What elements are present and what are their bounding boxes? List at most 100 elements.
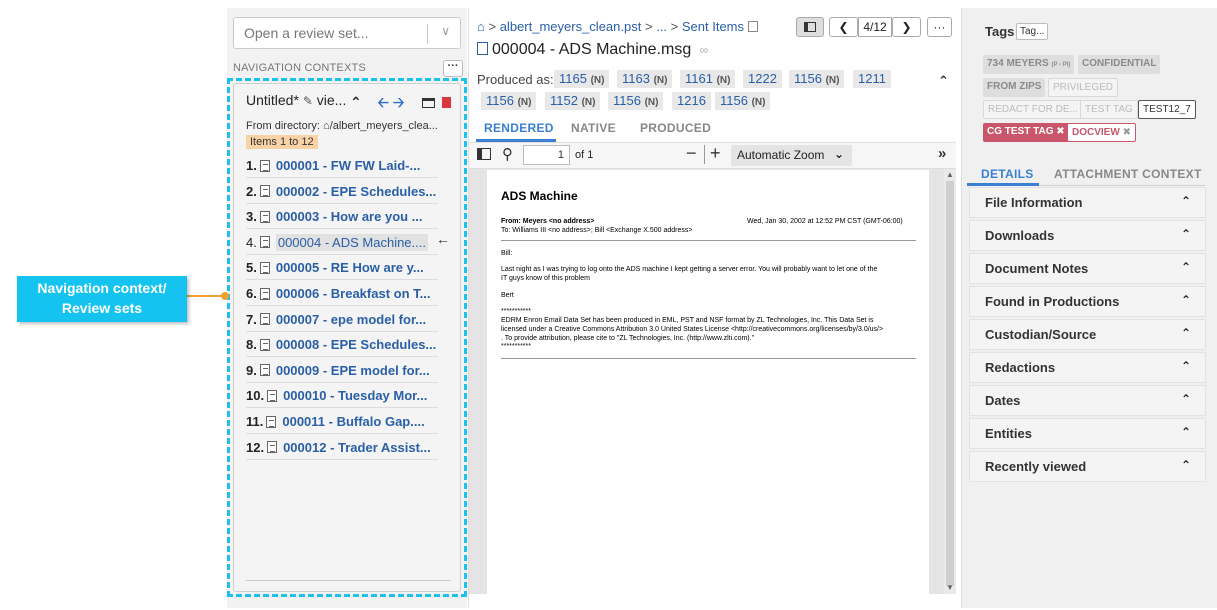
section-title: Dates [985, 393, 1021, 408]
scroll-down-icon[interactable]: ▼ [946, 583, 954, 592]
pdf-scroll-thumb[interactable] [946, 181, 954, 586]
production-chip[interactable]: 1156 (N) [715, 92, 771, 110]
breadcrumb-ellipsis[interactable]: ... [656, 19, 667, 34]
production-flag: (N) [825, 75, 840, 86]
tab-native[interactable]: NATIVE [571, 121, 616, 135]
next-document-button[interactable]: ❯ [892, 17, 921, 37]
production-chip[interactable]: 1156 (N) [481, 92, 537, 110]
email-to: To: Williams III <no address>; Bill <Exc… [501, 227, 693, 234]
chevron-left-icon: ❮ [838, 20, 849, 34]
collapse-up-icon[interactable]: ⌃ [938, 73, 949, 89]
details-section[interactable]: Entities ⌃ [969, 418, 1206, 449]
chevron-up-icon[interactable]: ⌃ [1181, 194, 1191, 208]
breadcrumb-separator: > [644, 19, 653, 34]
panel-toggle-button[interactable] [796, 17, 824, 37]
production-chip[interactable]: 1165 (N) [554, 70, 610, 88]
details-section[interactable]: Found in Productions ⌃ [969, 286, 1206, 317]
document-menu-button[interactable]: ··· [927, 17, 952, 37]
production-chip[interactable]: 1156 (N) [608, 92, 664, 110]
production-chip[interactable]: 1222 [743, 70, 782, 88]
production-chip[interactable]: 1152 (N) [545, 92, 601, 110]
chevron-up-icon[interactable]: ⌃ [1181, 326, 1191, 340]
tag-from-zips[interactable]: FROM ZIPS [983, 78, 1046, 97]
chevron-up-icon[interactable]: ⌃ [1181, 425, 1191, 439]
search-icon[interactable]: ⚲ [502, 145, 513, 163]
zoom-select[interactable]: Automatic Zoom ⌄ [731, 145, 852, 166]
previous-document-button[interactable]: ❮ [829, 17, 858, 37]
email-body-line-2: IT guys know of this problem [501, 275, 590, 282]
details-section[interactable]: Custodian/Source ⌃ [969, 319, 1206, 350]
tab-produced[interactable]: PRODUCED [640, 121, 711, 135]
production-chip[interactable]: 1216 [672, 92, 711, 110]
tag-test12-7[interactable]: TEST12_7 [1138, 100, 1196, 119]
production-id: 1161 [685, 71, 713, 86]
details-section[interactable]: Redactions ⌃ [969, 352, 1206, 383]
details-section[interactable]: Downloads ⌃ [969, 220, 1206, 251]
section-title: Downloads [985, 228, 1055, 243]
details-section[interactable]: Recently viewed ⌃ [969, 451, 1206, 482]
open-review-set-select[interactable]: Open a review set... ∨ [233, 17, 461, 49]
tag-suffix: (P - PI) [1051, 62, 1071, 68]
tag-test-tag[interactable]: TEST TAG [1080, 100, 1138, 119]
section-title: Document Notes [985, 261, 1089, 276]
production-id: 1163 [622, 71, 650, 86]
details-section[interactable]: File Information ⌃ [969, 187, 1206, 218]
chevron-up-icon[interactable]: ⌃ [1181, 359, 1191, 373]
sidebar-toggle-icon[interactable] [477, 148, 491, 160]
tag-redact-for-de[interactable]: REDACT FOR DE... [983, 100, 1083, 119]
home-icon[interactable]: ⌂ [477, 19, 485, 34]
document-title: 000004 - ADS Machine.msg ∞ [477, 41, 708, 59]
tab-rendered[interactable]: RENDERED [484, 121, 554, 135]
breadcrumb-sent-items[interactable]: Sent Items [682, 19, 744, 34]
tag-734-meyers[interactable]: 734 MEYERS (P - PI) [983, 55, 1075, 74]
chevron-right-icon: ❯ [901, 20, 912, 34]
annotation-highlight-frame [227, 78, 467, 597]
zoom-in-icon[interactable]: + [710, 143, 721, 164]
tab-attachment-context[interactable]: ATTACHMENT CONTEXT [1054, 167, 1202, 181]
production-chip[interactable]: 1161 (N) [680, 70, 736, 88]
copy-icon[interactable] [747, 21, 758, 32]
close-icon[interactable]: ✖ [1123, 127, 1131, 138]
zoom-out-icon[interactable]: − [686, 143, 697, 164]
chevron-up-icon[interactable]: ⌃ [1181, 458, 1191, 472]
section-title: Custodian/Source [985, 327, 1097, 342]
produced-as-label: Produced as: [477, 72, 554, 87]
section-title: Redactions [985, 360, 1056, 375]
more-tools-icon[interactable]: » [938, 145, 946, 162]
chevron-up-icon[interactable]: ⌃ [1181, 260, 1191, 274]
chevron-up-icon[interactable]: ⌃ [1181, 392, 1191, 406]
chevron-down-icon[interactable]: ∨ [441, 24, 450, 38]
tag-label: DOCVIEW [1072, 127, 1120, 138]
production-flag: (N) [644, 97, 659, 108]
document-pager: 4/12 [858, 17, 892, 37]
tag-privileged[interactable]: PRIVILEGED [1048, 78, 1119, 97]
tag-confidential[interactable]: CONFIDENTIAL [1078, 55, 1161, 74]
details-section[interactable]: Document Notes ⌃ [969, 253, 1206, 284]
annotation-dot [221, 292, 229, 300]
production-id: 1152 [550, 93, 578, 108]
zoom-select-value: Automatic Zoom [737, 148, 825, 162]
email-footer-line-1: EDRM Enron Email Data Set has been produ… [501, 317, 874, 324]
tab-details[interactable]: DETAILS [981, 167, 1034, 181]
production-chip[interactable]: 1211 [853, 70, 891, 88]
link-icon[interactable]: ∞ [700, 43, 709, 57]
tag-docview[interactable]: DOCVIEW ✖ [1067, 123, 1136, 142]
production-id: 1222 [748, 71, 777, 86]
active-tab-indicator [967, 183, 1039, 186]
tag-input[interactable]: Tag... [1016, 23, 1049, 40]
open-review-set-placeholder: Open a review set... [244, 25, 369, 41]
scroll-up-icon[interactable]: ▲ [946, 170, 954, 179]
production-id: 1211 [858, 71, 886, 86]
details-section[interactable]: Dates ⌃ [969, 385, 1206, 416]
page-number-input[interactable]: 1 [523, 145, 570, 165]
breadcrumb-pst[interactable]: albert_meyers_clean.pst [500, 19, 642, 34]
chevron-up-icon[interactable]: ⌃ [1181, 293, 1191, 307]
tag-cg-test-tag[interactable]: CG TEST TAG ✖ [983, 123, 1069, 142]
navigation-contexts-menu-button[interactable]: ··· [443, 60, 463, 77]
chevron-up-icon[interactable]: ⌃ [1181, 227, 1191, 241]
close-icon[interactable]: ✖ [1056, 126, 1064, 137]
production-chip[interactable]: 1163 (N) [617, 70, 673, 88]
production-chip[interactable]: 1156 (N) [789, 70, 845, 88]
email-date: Wed, Jan 30, 2002 at 12:52 PM CST (GMT-0… [747, 218, 903, 225]
tags-label: Tags [985, 24, 1015, 39]
